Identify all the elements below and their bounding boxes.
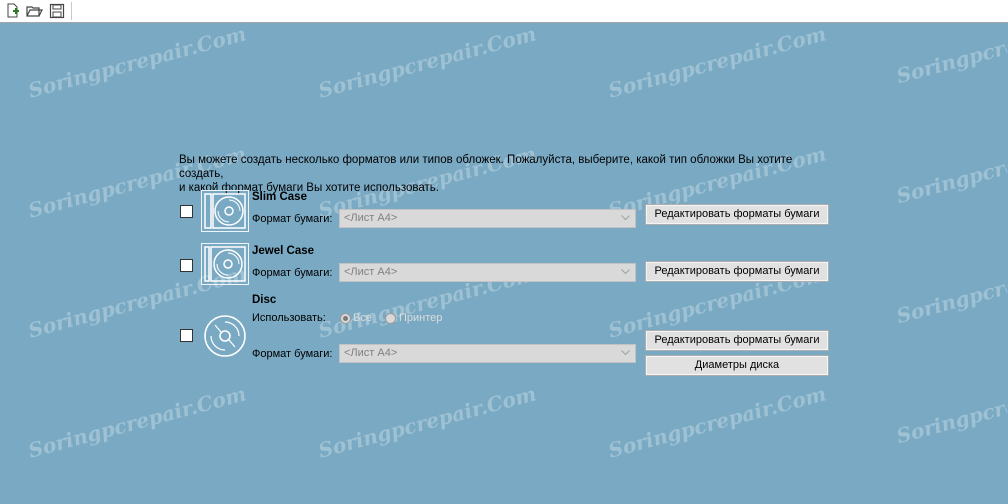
toolbar-separator xyxy=(71,2,72,20)
slim-case-checkbox[interactable] xyxy=(180,205,193,218)
jewel-case-checkbox[interactable] xyxy=(180,259,193,272)
jewel-paper-label: Формат бумаги: xyxy=(252,267,333,279)
jewel-case-title: Jewel Case xyxy=(252,245,315,257)
slim-paper-select[interactable]: <Лист А4> xyxy=(339,209,636,228)
jewel-paper-value: <Лист А4> xyxy=(344,266,398,278)
watermark-text: Soringpcrepair.Com xyxy=(25,381,249,463)
watermark-text: Soringpcrepair.Com xyxy=(315,21,539,103)
disc-use-label: Использовать: xyxy=(252,312,326,324)
watermark-text: Soringpcrepair.Com xyxy=(893,275,1008,329)
chevron-down-icon xyxy=(621,350,630,356)
watermark-text: Soringpcrepair.Com xyxy=(893,155,1008,209)
disc-title: Disc xyxy=(252,294,277,306)
watermark-text: Soringpcrepair.Com xyxy=(893,395,1008,449)
jewel-case-icon xyxy=(201,243,249,285)
disc-paper-label: Формат бумаги: xyxy=(252,348,333,360)
disc-paper-value: <Лист А4> xyxy=(344,347,398,359)
watermark-text: Soringpcrepair.Com xyxy=(605,21,829,103)
open-folder-icon[interactable] xyxy=(25,2,43,20)
disc-radio-all-label: Все xyxy=(353,312,372,324)
toolbar xyxy=(0,0,1008,23)
disc-radio-all[interactable] xyxy=(340,313,351,324)
instructions-text: Вы можете создать несколько форматов или… xyxy=(179,153,839,195)
disc-radio-printer-label: Принтер xyxy=(399,312,443,324)
save-disk-icon[interactable] xyxy=(48,2,66,20)
disc-diameters-button[interactable]: Диаметры диска xyxy=(645,355,829,376)
slim-paper-value: <Лист А4> xyxy=(344,212,398,224)
watermark-text: Soringpcrepair.Com xyxy=(605,381,829,463)
disc-paper-select[interactable]: <Лист А4> xyxy=(339,344,636,363)
jewel-edit-formats-button[interactable]: Редактировать форматы бумаги xyxy=(645,261,829,282)
slim-case-icon xyxy=(201,190,249,232)
chevron-down-icon xyxy=(621,215,630,221)
instructions-line-1: Вы можете создать несколько форматов или… xyxy=(179,154,793,180)
disc-checkbox[interactable] xyxy=(180,329,193,342)
watermark-text: Soringpcrepair.Com xyxy=(893,35,1008,89)
slim-edit-formats-button[interactable]: Редактировать форматы бумаги xyxy=(645,204,829,225)
watermark-text: Soringpcrepair.Com xyxy=(25,21,249,103)
watermark-text: Soringpcrepair.Com xyxy=(315,381,539,463)
disc-icon xyxy=(201,313,249,359)
slim-case-title: Slim Case xyxy=(252,191,307,203)
disc-edit-formats-button[interactable]: Редактировать форматы бумаги xyxy=(645,330,829,351)
slim-paper-label: Формат бумаги: xyxy=(252,213,333,225)
disc-radio-printer[interactable] xyxy=(385,313,396,324)
new-document-icon[interactable] xyxy=(4,2,22,20)
jewel-paper-select[interactable]: <Лист А4> xyxy=(339,263,636,282)
chevron-down-icon xyxy=(621,269,630,275)
